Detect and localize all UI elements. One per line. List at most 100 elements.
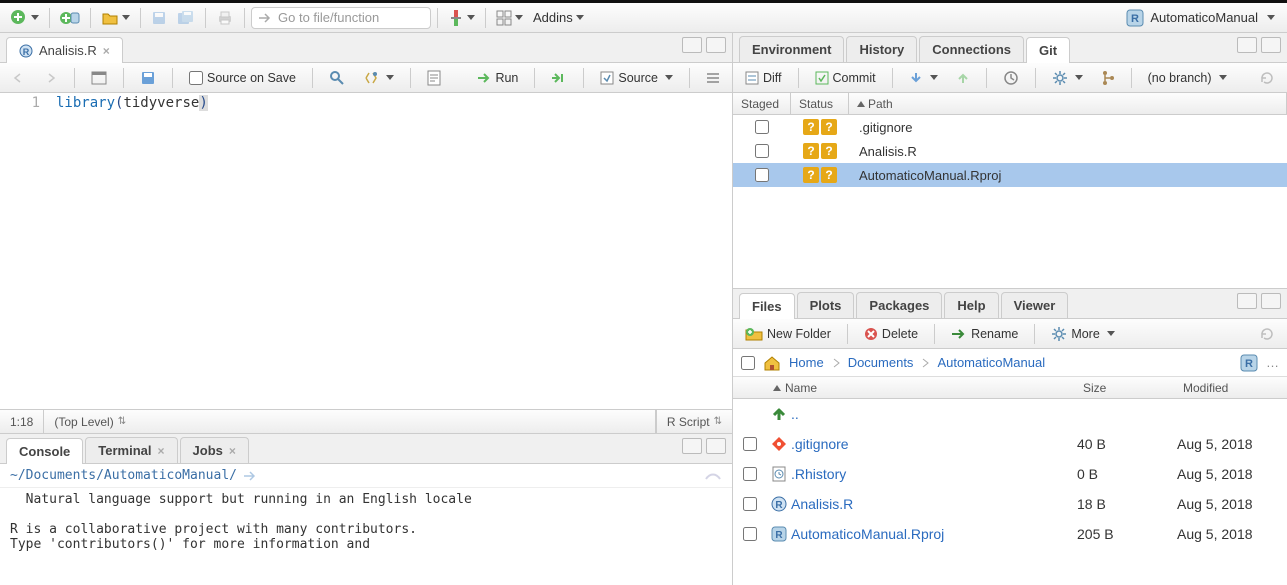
rproj-icon[interactable]: R: [1240, 354, 1258, 372]
forward-button[interactable]: [38, 70, 64, 86]
select-all-checkbox[interactable]: [741, 356, 755, 370]
new-folder-button[interactable]: New Folder: [739, 324, 837, 344]
col-staged[interactable]: Staged: [733, 93, 791, 114]
file-name[interactable]: Analisis.R: [791, 496, 1077, 512]
save-button[interactable]: [147, 6, 171, 30]
code-editor[interactable]: 1 library(tidyverse): [0, 93, 732, 409]
file-select-checkbox[interactable]: [743, 527, 757, 541]
tab-terminal[interactable]: Terminal×: [85, 437, 177, 463]
editor-tab[interactable]: R Analisis.R ×: [6, 37, 123, 63]
crumb-project[interactable]: AutomaticoManual: [937, 355, 1045, 370]
history-button[interactable]: [997, 68, 1025, 88]
tab-files[interactable]: Files: [739, 293, 795, 319]
file-row[interactable]: RAutomaticoManual.Rproj205 BAug 5, 2018: [733, 519, 1287, 549]
file-select-checkbox[interactable]: [743, 497, 757, 511]
col-path[interactable]: Path: [849, 93, 1287, 114]
maximize-pane-icon[interactable]: [706, 37, 726, 53]
pull-button[interactable]: [903, 69, 944, 87]
goto-dir-icon[interactable]: [243, 470, 257, 482]
tab-viewer[interactable]: Viewer: [1001, 292, 1069, 318]
stage-checkbox[interactable]: [755, 144, 769, 158]
source-on-save-checkbox[interactable]: Source on Save: [183, 69, 302, 87]
rename-button[interactable]: Rename: [945, 325, 1024, 343]
save-doc-button[interactable]: [134, 68, 162, 88]
clear-console-icon[interactable]: [704, 469, 722, 483]
rerun-button[interactable]: [545, 69, 573, 87]
file-select-checkbox[interactable]: [743, 437, 757, 451]
outline-button[interactable]: [700, 70, 726, 86]
file-select-checkbox[interactable]: [743, 467, 757, 481]
col-size[interactable]: Size: [1077, 377, 1177, 398]
tab-history[interactable]: History: [846, 36, 917, 62]
compile-report-button[interactable]: [421, 68, 447, 88]
minimize-pane-icon[interactable]: [1237, 37, 1257, 53]
file-row[interactable]: .Rhistory0 BAug 5, 2018: [733, 459, 1287, 489]
project-menu[interactable]: R AutomaticoManual: [1120, 7, 1281, 29]
minimize-pane-icon[interactable]: [1237, 293, 1257, 309]
svg-text:R: R: [1131, 13, 1139, 25]
maximize-pane-icon[interactable]: [706, 438, 726, 454]
diff-button[interactable]: Diff: [739, 69, 788, 87]
minimize-pane-icon[interactable]: [682, 37, 702, 53]
tab-console[interactable]: Console: [6, 438, 83, 464]
tab-jobs[interactable]: Jobs×: [180, 437, 249, 463]
col-modified[interactable]: Modified: [1177, 377, 1287, 398]
git-row[interactable]: ??Analisis.R: [733, 139, 1287, 163]
stage-checkbox[interactable]: [755, 168, 769, 182]
print-button[interactable]: [212, 6, 238, 30]
new-file-button[interactable]: [6, 6, 43, 30]
back-button[interactable]: [6, 70, 32, 86]
git-row[interactable]: ??AutomaticoManual.Rproj: [733, 163, 1287, 187]
tab-environment[interactable]: Environment: [739, 36, 844, 62]
maximize-pane-icon[interactable]: [1261, 293, 1281, 309]
branch-selector[interactable]: (no branch): [1142, 69, 1233, 87]
show-in-new-window-button[interactable]: [85, 69, 113, 87]
file-type-selector[interactable]: R Script ⇅: [656, 410, 732, 433]
file-row[interactable]: RAnalisis.R18 BAug 5, 2018: [733, 489, 1287, 519]
tab-help[interactable]: Help: [944, 292, 998, 318]
new-branch-button[interactable]: [1095, 68, 1121, 88]
col-name[interactable]: Name: [767, 377, 1077, 398]
parent-dir-row[interactable]: ..: [733, 399, 1287, 429]
find-button[interactable]: [323, 68, 351, 88]
run-button[interactable]: Run: [471, 69, 524, 87]
push-button[interactable]: [950, 69, 976, 87]
close-tab-icon[interactable]: ×: [103, 44, 110, 58]
tab-plots[interactable]: Plots: [797, 292, 855, 318]
tab-packages[interactable]: Packages: [856, 292, 942, 318]
more-path-icon[interactable]: …: [1266, 355, 1279, 370]
more-button[interactable]: More: [1045, 324, 1120, 344]
git-more-button[interactable]: [1046, 68, 1089, 88]
tools-button[interactable]: [444, 6, 479, 30]
crumb-documents[interactable]: Documents: [848, 355, 914, 370]
col-status[interactable]: Status: [791, 93, 849, 114]
file-name[interactable]: AutomaticoManual.Rproj: [791, 526, 1077, 542]
file-name[interactable]: .Rhistory: [791, 466, 1077, 482]
delete-button[interactable]: Delete: [858, 325, 924, 343]
commit-button[interactable]: Commit: [809, 69, 882, 87]
maximize-pane-icon[interactable]: [1261, 37, 1281, 53]
stage-checkbox[interactable]: [755, 120, 769, 134]
open-file-button[interactable]: [97, 6, 134, 30]
git-row[interactable]: ??.gitignore: [733, 115, 1287, 139]
home-icon[interactable]: [763, 355, 781, 371]
minimize-pane-icon[interactable]: [682, 438, 702, 454]
tab-git[interactable]: Git: [1026, 37, 1070, 63]
console-output[interactable]: Natural language support but running in …: [0, 488, 732, 585]
refresh-git-button[interactable]: [1253, 68, 1281, 88]
source-button[interactable]: Source: [594, 69, 679, 87]
file-name[interactable]: .gitignore: [791, 436, 1077, 452]
goto-file-input[interactable]: Go to file/function: [251, 7, 431, 29]
tab-connections[interactable]: Connections: [919, 36, 1024, 62]
scope-selector[interactable]: (Top Level) ⇅: [44, 410, 656, 433]
addins-button[interactable]: Addins: [529, 6, 588, 30]
code-tools-button[interactable]: [357, 68, 400, 88]
save-all-button[interactable]: [173, 6, 199, 30]
grid-button[interactable]: [492, 6, 527, 30]
refresh-files-button[interactable]: [1253, 324, 1281, 344]
crumb-home[interactable]: Home: [789, 355, 824, 370]
close-icon[interactable]: ×: [229, 444, 236, 458]
file-row[interactable]: .gitignore40 BAug 5, 2018: [733, 429, 1287, 459]
new-project-button[interactable]: [56, 6, 84, 30]
close-icon[interactable]: ×: [158, 444, 165, 458]
